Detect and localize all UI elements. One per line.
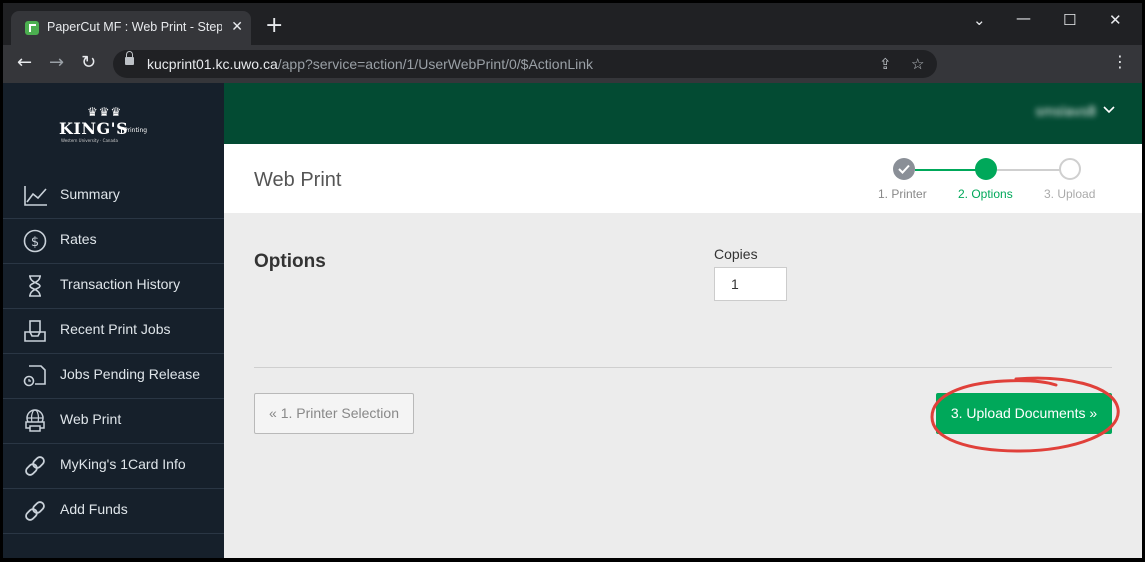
- sidebar-item-label: Rates: [60, 231, 97, 247]
- sidebar-item-label: Add Funds: [60, 501, 128, 517]
- user-name[interactable]: smslavs8: [1035, 105, 1096, 120]
- sidebar-item-transaction-history[interactable]: Transaction History: [3, 264, 224, 309]
- browser-menu-icon[interactable]: ⋮: [1112, 54, 1128, 70]
- step-label-printer: 1. Printer: [878, 187, 927, 201]
- sidebar-item-1card-info[interactable]: MyKing's 1Card Info: [3, 444, 224, 489]
- browser-tab[interactable]: PaperCut MF : Web Print - Step 2 ✕: [11, 11, 251, 45]
- sidebar-item-label: Transaction History: [60, 276, 181, 292]
- top-bar: smslavs8: [224, 83, 1142, 144]
- tab-title: PaperCut MF : Web Print - Step 2: [47, 20, 222, 34]
- restore-window-icon[interactable]: ☐: [1063, 11, 1076, 29]
- step-active-dot: [975, 158, 997, 180]
- options-panel: Options Copies 1 « 1. Printer Selection …: [224, 213, 1142, 558]
- sidebar-item-summary[interactable]: Summary: [3, 174, 224, 219]
- step-done-check-icon: [893, 158, 915, 180]
- upload-documents-button[interactable]: 3. Upload Documents »: [936, 393, 1112, 434]
- step-label-upload: 3. Upload: [1044, 187, 1096, 201]
- new-tab-icon[interactable]: +: [265, 15, 283, 37]
- sidebar: ♛♛♛ KING'S Printing Western University ·…: [3, 83, 224, 558]
- forward-icon[interactable]: →: [49, 53, 64, 73]
- logo-crown: ♛♛♛: [87, 105, 123, 119]
- tab-strip: PaperCut MF : Web Print - Step 2 ✕ + ⌄ —…: [3, 3, 1142, 45]
- logo-name: KING'S: [59, 119, 129, 138]
- sidebar-item-recent-print-jobs[interactable]: Recent Print Jobs: [3, 309, 224, 354]
- link-icon: [25, 456, 45, 476]
- sidebar-nav: Summary $ Rates Transaction History Rece…: [3, 174, 224, 534]
- url-text[interactable]: kucprint01.kc.uwo.ca/app?service=action/…: [147, 56, 593, 72]
- tab-close-icon[interactable]: ✕: [231, 19, 243, 35]
- chevron-down-icon[interactable]: [1102, 103, 1116, 117]
- sidebar-item-label: Recent Print Jobs: [60, 321, 171, 337]
- chart-line-icon: [24, 186, 47, 206]
- minimize-window-icon[interactable]: —: [1016, 9, 1031, 27]
- svg-text:$: $: [31, 235, 39, 250]
- sidebar-item-label: Web Print: [60, 411, 122, 427]
- reload-icon[interactable]: ↻: [81, 53, 96, 73]
- copies-label: Copies: [714, 246, 758, 262]
- hourglass-icon: [29, 275, 41, 297]
- browser-toolbar: ← → ↻ kucprint01.kc.uwo.ca/app?service=a…: [3, 45, 1142, 83]
- logo-sub: Printing: [121, 127, 147, 134]
- kings-logo[interactable]: ♛♛♛ KING'S Printing Western University ·…: [57, 105, 167, 145]
- copies-input[interactable]: 1: [714, 267, 787, 301]
- step-connector-2: [997, 169, 1067, 171]
- sidebar-item-rates[interactable]: $ Rates: [3, 219, 224, 264]
- sidebar-item-web-print[interactable]: Web Print: [3, 399, 224, 444]
- logo-tagline: Western University · Canada: [61, 138, 118, 143]
- lock-icon[interactable]: [125, 51, 134, 65]
- step-label-options: 2. Options: [958, 187, 1013, 201]
- sidebar-item-label: MyKing's 1Card Info: [60, 456, 186, 472]
- address-bar[interactable]: kucprint01.kc.uwo.ca/app?service=action/…: [113, 50, 937, 78]
- document-clock-icon: [23, 365, 46, 387]
- step-pending-dot: [1059, 158, 1081, 180]
- papercut-favicon-icon: [25, 21, 39, 35]
- sidebar-item-add-funds[interactable]: Add Funds: [3, 489, 224, 534]
- inbox-tray-icon: [24, 320, 46, 342]
- bookmark-star-icon[interactable]: ☆: [911, 55, 924, 73]
- page-header: Web Print 1. Printer 2. Options 3. Uploa…: [224, 144, 1142, 213]
- link-icon: [25, 501, 45, 521]
- tab-search-icon[interactable]: ⌄: [973, 11, 986, 29]
- page-title: Web Print: [254, 169, 342, 191]
- browser-window: PaperCut MF : Web Print - Step 2 ✕ + ⌄ —…: [3, 3, 1142, 558]
- sidebar-item-jobs-pending-release[interactable]: Jobs Pending Release: [3, 354, 224, 399]
- close-window-icon[interactable]: ✕: [1109, 11, 1122, 29]
- divider: [254, 367, 1112, 368]
- web-page: ♛♛♛ KING'S Printing Western University ·…: [3, 83, 1142, 558]
- sidebar-item-label: Summary: [60, 186, 120, 202]
- share-icon[interactable]: ⇪: [879, 55, 892, 73]
- dollar-circle-icon: $: [23, 229, 47, 253]
- step-progress: 1. Printer 2. Options 3. Upload: [864, 144, 1124, 213]
- sidebar-item-label: Jobs Pending Release: [60, 366, 201, 382]
- options-title: Options: [254, 251, 326, 272]
- back-icon[interactable]: ←: [17, 53, 32, 73]
- globe-printer-icon: [25, 409, 45, 432]
- printer-selection-button[interactable]: « 1. Printer Selection: [254, 393, 414, 434]
